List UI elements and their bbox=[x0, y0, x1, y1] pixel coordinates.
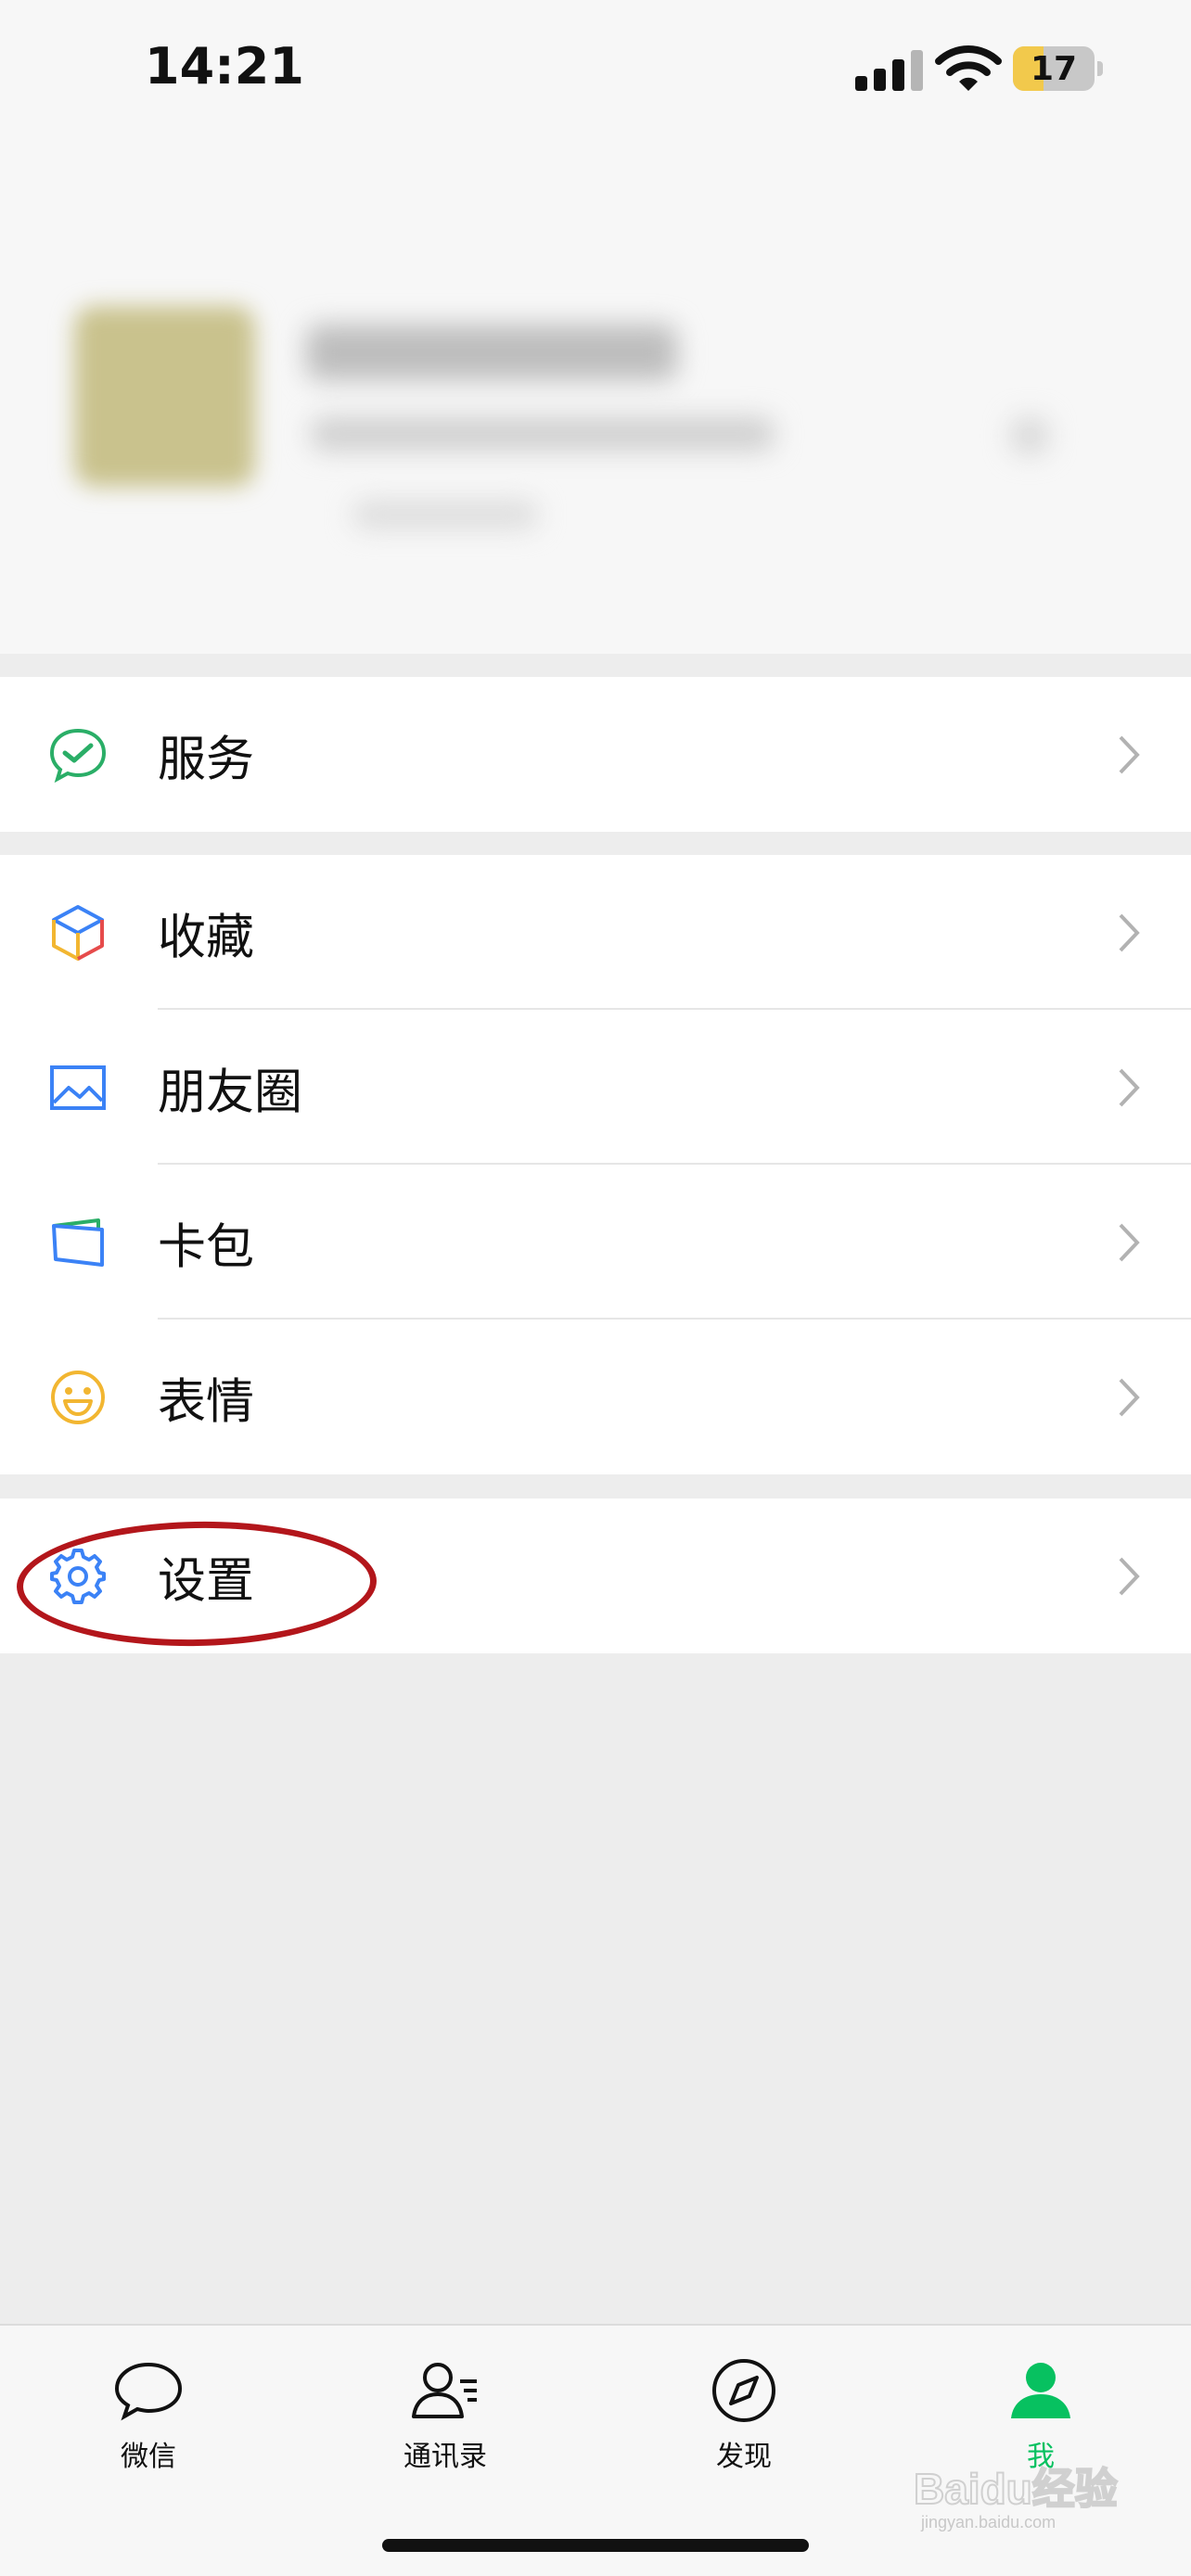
wifi-icon bbox=[935, 45, 1002, 91]
chevron-right-icon bbox=[1119, 1223, 1140, 1261]
qr-code-icon[interactable] bbox=[1011, 417, 1048, 454]
compass-icon bbox=[712, 2359, 775, 2422]
tab-chats[interactable]: 微信 bbox=[56, 2353, 241, 2493]
menu-row-favorites[interactable]: 收藏 bbox=[0, 855, 1191, 1010]
chevron-right-icon bbox=[1119, 1068, 1140, 1106]
chevron-right-icon bbox=[1119, 913, 1140, 951]
cellular-signal-icon bbox=[855, 48, 924, 91]
battery-icon: 17 bbox=[1013, 46, 1095, 91]
person-icon bbox=[1011, 2363, 1070, 2418]
svg-text:jingyan.baidu.com: jingyan.baidu.com bbox=[920, 2513, 1056, 2531]
menu-row-cards[interactable]: 卡包 bbox=[0, 1165, 1191, 1320]
menu-label-cards: 卡包 bbox=[158, 1219, 255, 1275]
tab-label-discover: 发现 bbox=[716, 2441, 772, 2473]
home-indicator[interactable] bbox=[382, 2539, 809, 2552]
smiley-icon bbox=[51, 1370, 105, 1424]
menu-label-stickers: 表情 bbox=[158, 1374, 255, 1430]
profile-name-blurred bbox=[306, 325, 677, 380]
avatar[interactable] bbox=[74, 306, 255, 487]
contacts-icon bbox=[412, 2363, 477, 2418]
chevron-right-icon bbox=[1119, 1557, 1140, 1595]
status-bar: 14:21 17 bbox=[0, 0, 1191, 139]
card-wallet-icon bbox=[52, 1218, 104, 1267]
profile-status-blurred bbox=[352, 501, 538, 529]
tab-discover[interactable]: 发现 bbox=[651, 2353, 837, 2493]
menu-label-services: 服务 bbox=[158, 732, 255, 787]
menu-row-stickers[interactable]: 表情 bbox=[0, 1320, 1191, 1474]
chevron-right-icon bbox=[1119, 1378, 1140, 1416]
menu-label-favorites: 收藏 bbox=[158, 910, 255, 965]
cube-icon bbox=[52, 904, 104, 961]
baidu-watermark: Baidu经验 jingyan.baidu.com bbox=[914, 2464, 1119, 2531]
photo-icon bbox=[50, 1065, 106, 1110]
chevron-right-icon bbox=[1119, 735, 1140, 773]
menu-group-services: 服务 bbox=[0, 677, 1191, 832]
tab-label-chats: 微信 bbox=[121, 2441, 176, 2473]
menu-row-moments[interactable]: 朋友圈 bbox=[0, 1010, 1191, 1165]
svg-text:Baidu经验: Baidu经验 bbox=[914, 2465, 1118, 2513]
wechat-pay-check-icon bbox=[49, 728, 107, 783]
battery-percent: 17 bbox=[1030, 50, 1078, 88]
tab-label-contacts: 通讯录 bbox=[403, 2441, 487, 2473]
chat-bubble-icon bbox=[114, 2362, 183, 2421]
menu-group-main: 收藏 朋友圈 卡包 表情 bbox=[0, 855, 1191, 1474]
tab-contacts[interactable]: 通讯录 bbox=[352, 2353, 538, 2493]
menu-label-moments: 朋友圈 bbox=[158, 1065, 303, 1120]
profile-header[interactable] bbox=[0, 139, 1191, 654]
status-time: 14:21 bbox=[145, 37, 304, 96]
menu-row-services[interactable]: 服务 bbox=[0, 677, 1191, 832]
profile-id-blurred bbox=[311, 417, 775, 451]
